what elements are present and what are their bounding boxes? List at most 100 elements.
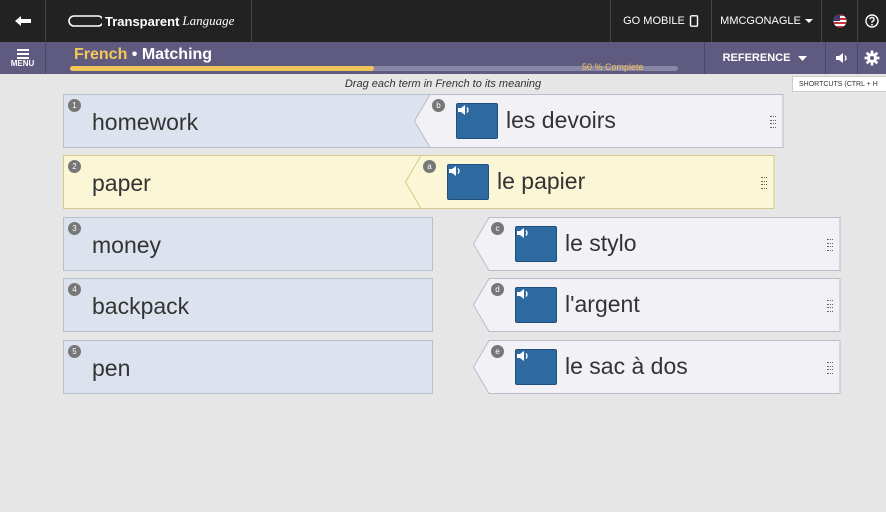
title-activity: Matching [141,46,213,63]
speaker-icon-wave [525,353,528,359]
speaker-icon-body [517,228,524,238]
play-audio-button[interactable] [515,287,557,323]
term-number: 2 [68,160,81,173]
drag-handle-dot [770,123,776,125]
language-flag-button[interactable] [822,0,858,42]
term-label: homework [92,109,199,135]
help-icon [865,14,879,28]
speaker-icon-body [517,289,524,299]
play-audio-button[interactable] [515,226,557,262]
go-mobile-button[interactable]: GO MOBILE [610,0,712,42]
term-card: 3 money [63,217,433,271]
top-bar: Transparent Language GO MOBILE MMCGONAGL… [0,0,886,42]
drag-handle-dot [827,307,833,309]
logo-icon [68,15,102,27]
drag-handle[interactable] [827,362,833,374]
meaning-label: le sac à dos [565,353,688,379]
drag-handle-dot [827,310,833,312]
drag-handle-dot [827,362,833,363]
meaning-label: les devoirs [506,107,616,133]
meaning-card[interactable]: d l'argent [473,278,841,332]
speaker-icon-body [458,105,465,115]
drag-handle-dot [827,303,833,305]
play-audio-button[interactable] [447,164,489,200]
drag-handle-dot [761,184,767,186]
meaning-card[interactable]: a le papier [405,155,775,209]
meaning-label: le stylo [565,230,637,256]
logo-brand: Transparent [105,13,180,29]
instruction-text: Drag each term in French to its meaning [344,78,542,90]
drag-handle-dot [761,180,767,182]
speaker-icon-wave [525,230,528,236]
meaning-label: l'argent [565,291,640,317]
audio-toggle-button[interactable] [826,42,858,74]
drag-handle-dot [827,300,833,301]
go-mobile-label: GO MOBILE [623,15,685,27]
phone-icon [689,15,699,27]
meaning-letter: d [491,283,504,296]
speaker-icon-body [449,166,456,176]
speaker-icon [517,351,528,361]
term-number: 5 [68,345,81,358]
meaning-card[interactable]: c le stylo [473,217,841,271]
us-flag-icon [833,14,846,28]
play-audio-button[interactable] [515,349,557,385]
drag-handle-dot [827,246,833,248]
speaker-icon-wave [525,291,528,297]
arrow-left-icon [14,16,31,26]
speaker-icon-wave [457,168,460,174]
logo: Transparent Language [46,0,252,42]
drag-handle[interactable] [827,300,833,312]
speaker-icon [458,105,469,115]
meaning-letter: a [423,160,436,173]
speaker-icon [449,166,460,176]
term-card: 4 backpack [63,278,433,332]
drag-handle-dot [827,372,833,374]
drag-handle-dot [770,116,776,117]
progress-fill [70,66,374,71]
app-window: Transparent Language GO MOBILE MMCGONAGL… [0,0,886,512]
drag-handle-dot [761,177,767,178]
term-label: paper [92,170,151,196]
title-separator: • [127,46,142,63]
term-label: pen [92,355,131,381]
logo-brand-suffix: Language [182,13,235,28]
drag-handle-dot [761,187,767,189]
term-number: 4 [68,283,81,296]
gear-icon [864,50,880,66]
speaker-icon-body [517,351,524,361]
page-title: French • Matching [74,46,212,64]
caret-down-icon [798,55,808,61]
drag-handle-dot [770,126,776,128]
drag-handle[interactable] [827,239,833,251]
play-audio-button[interactable] [456,103,498,139]
term-card: 5 pen [63,340,433,394]
menu-button[interactable]: MENU [0,42,46,74]
drag-handle-dot [827,239,833,240]
meaning-card[interactable]: b les devoirs [414,94,784,148]
reference-button[interactable]: REFERENCE [704,42,826,74]
settings-button[interactable] [858,42,886,74]
menu-label: MENU [10,58,35,68]
drag-handle[interactable] [761,177,767,189]
meaning-card[interactable]: e le sac à dos [473,340,841,394]
term-label: backpack [92,293,190,319]
drag-handle[interactable] [770,116,776,128]
drag-handle-dot [770,119,776,121]
drag-handle-dot [827,249,833,251]
back-button[interactable] [0,0,46,42]
drag-handle-dot [827,242,833,244]
term-card: 1 homework [63,94,433,148]
term-number: 1 [68,99,81,112]
term-card: 2 paper [63,155,433,209]
speaker-icon [517,228,528,238]
term-number: 3 [68,222,81,235]
help-button[interactable] [858,0,886,42]
caret-down-icon [804,19,813,23]
reference-label: REFERENCE [722,52,791,64]
user-menu-button[interactable]: MMCGONAGLE [712,0,822,42]
drag-handle-dot [827,365,833,367]
progress-text: 50 % Complete [582,62,644,72]
activity-bar: MENU French • Matching 50 % Complete REF… [0,42,886,74]
title-language: French [74,46,128,63]
